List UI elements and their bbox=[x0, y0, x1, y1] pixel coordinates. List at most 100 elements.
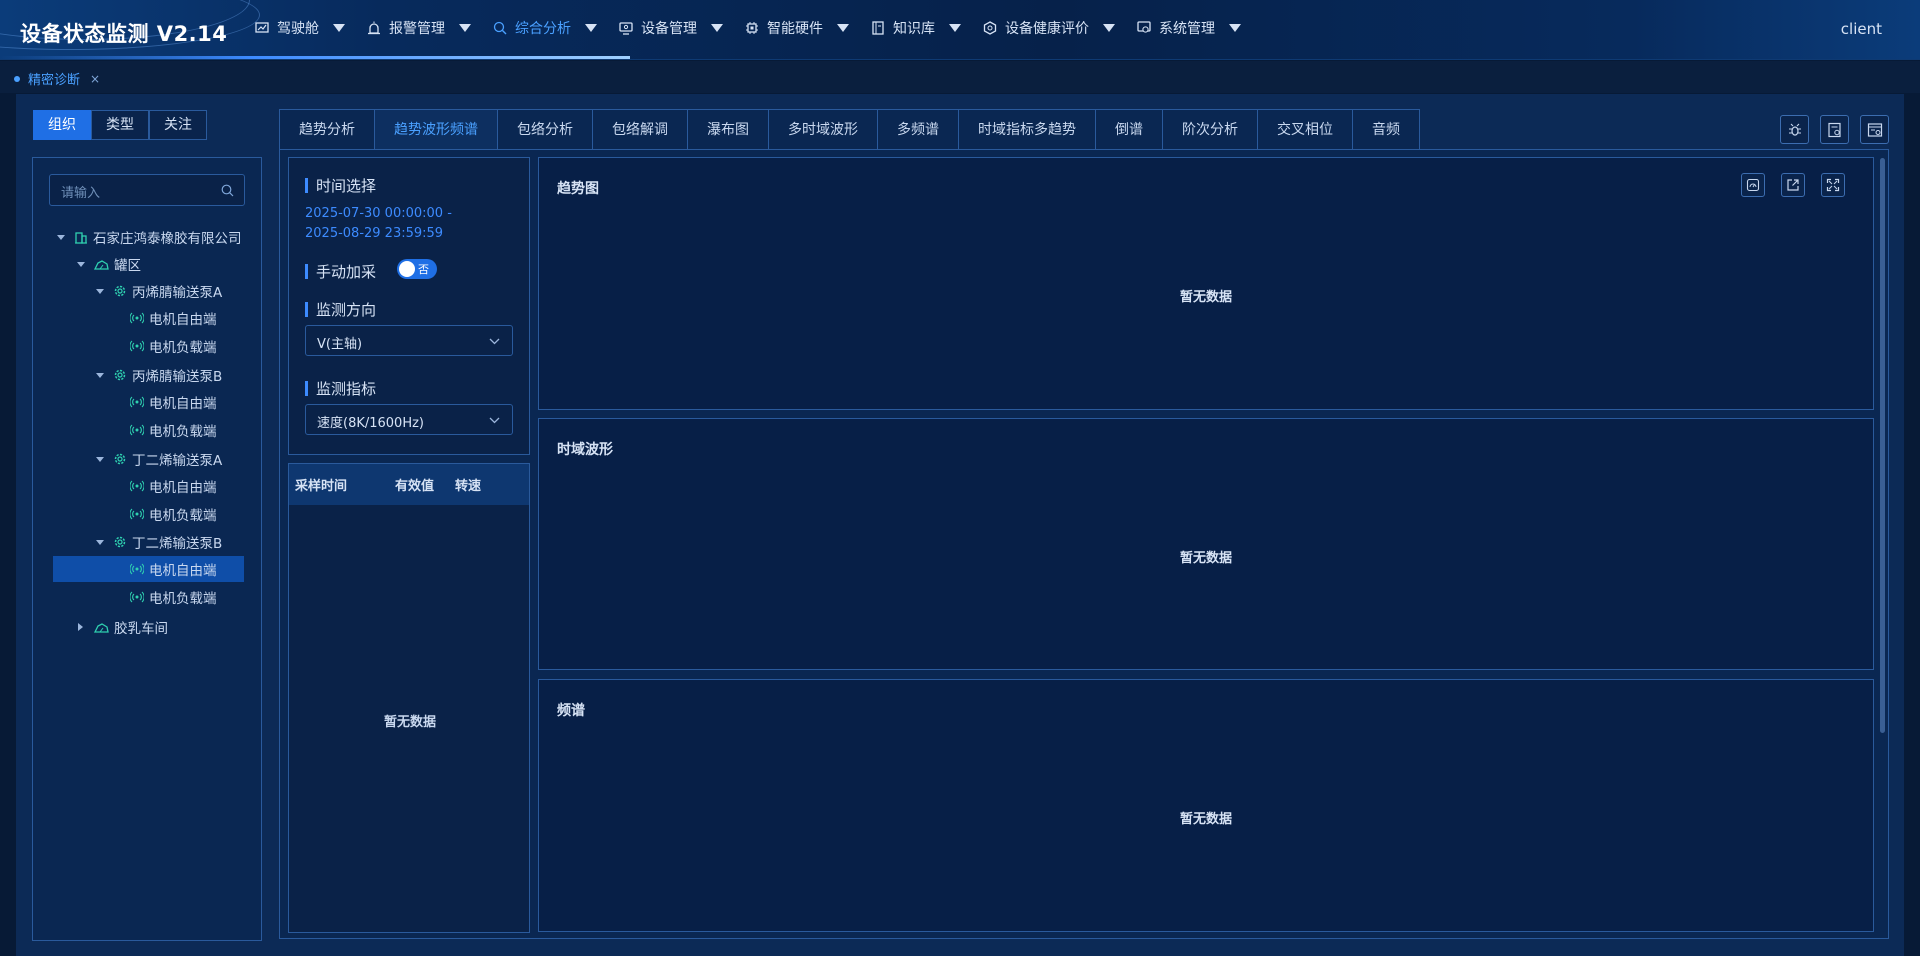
tree-label: 罐区 bbox=[114, 258, 141, 274]
alarm-light-icon bbox=[368, 21, 380, 35]
diagnose-tool-button[interactable] bbox=[1780, 115, 1809, 144]
tab-audio[interactable]: 音频 bbox=[1353, 110, 1419, 149]
gear-icon bbox=[114, 285, 126, 297]
list-settings-icon bbox=[1867, 122, 1882, 137]
column-sample-time[interactable]: 采样时间 bbox=[295, 475, 347, 494]
nav-analysis[interactable]: 综合分析 bbox=[493, 18, 597, 38]
tab-trend[interactable]: 趋势分析 bbox=[280, 110, 375, 149]
indicator-select[interactable]: 速度(8K/1600Hz) bbox=[305, 404, 513, 435]
page-tabbar: 精密诊断 × bbox=[0, 61, 1920, 93]
tree-node-measure-point-selected[interactable]: 电机自由端 bbox=[130, 558, 217, 580]
nav-device[interactable]: 设备管理 bbox=[619, 18, 723, 38]
analysis-search-icon bbox=[493, 21, 507, 35]
tree-node-pump[interactable]: 丁二烯输送泵B bbox=[96, 531, 222, 553]
time-end: 2025-08-29 23:59:59 bbox=[305, 226, 444, 241]
expand-arrow-icon[interactable] bbox=[96, 456, 104, 462]
tab-envelope[interactable]: 包络分析 bbox=[498, 110, 593, 149]
column-rms[interactable]: 有效值 bbox=[395, 475, 434, 494]
tree-node-measure-point[interactable]: 电机负载端 bbox=[130, 586, 217, 608]
trend-chart: 趋势图 暂无数据 bbox=[538, 157, 1874, 410]
tree-node-measure-point[interactable]: 电机负载端 bbox=[130, 335, 217, 357]
tree-node-measure-point[interactable]: 电机负载端 bbox=[130, 419, 217, 441]
device-screen-icon bbox=[619, 21, 633, 35]
tree-node-measure-point[interactable]: 电机自由端 bbox=[130, 391, 217, 413]
tab-multi-spectrum[interactable]: 多频谱 bbox=[878, 110, 959, 149]
chart-export-button[interactable] bbox=[1781, 173, 1805, 197]
user-name[interactable]: client bbox=[1841, 20, 1882, 38]
tree-node-company[interactable]: 石家庄鸿泰橡胶有限公司 bbox=[57, 226, 242, 248]
page-tab-label: 精密诊断 bbox=[28, 73, 81, 88]
tab-multi-trend[interactable]: 时域指标多趋势 bbox=[959, 110, 1096, 149]
caret-down-icon bbox=[459, 24, 471, 32]
analysis-panel: 趋势分析 趋势波形频谱 包络分析 包络解调 瀑布图 多时域波形 多频谱 时域指标… bbox=[279, 109, 1889, 939]
sensor-signal-icon bbox=[130, 396, 144, 408]
tab-cross-phase[interactable]: 交叉相位 bbox=[1258, 110, 1353, 149]
tab-trend-waveform-spectrum[interactable]: 趋势波形频谱 bbox=[375, 110, 498, 149]
nav-hardware[interactable]: 智能硬件 bbox=[745, 18, 849, 38]
direction-select[interactable]: V(主轴) bbox=[305, 325, 513, 356]
segment-follow[interactable]: 关注 bbox=[149, 110, 207, 140]
tree-node-measure-point[interactable]: 电机自由端 bbox=[130, 475, 217, 497]
nav-label: 综合分析 bbox=[515, 21, 571, 37]
tree-node-pump[interactable]: 丙烯腈输送泵B bbox=[96, 364, 222, 386]
nav-knowledge[interactable]: 知识库 bbox=[871, 18, 961, 38]
nav-cockpit[interactable]: 驾驶舱 bbox=[255, 18, 345, 38]
nav-label: 智能硬件 bbox=[767, 21, 823, 37]
page-tab-underline bbox=[28, 91, 88, 93]
expand-arrow-icon[interactable] bbox=[77, 261, 85, 267]
tree-node-measure-point[interactable]: 电机自由端 bbox=[130, 307, 217, 329]
report-icon bbox=[1827, 122, 1841, 137]
direction-label: 监测方向 bbox=[305, 299, 376, 320]
expand-arrow-right-icon[interactable] bbox=[78, 623, 83, 631]
tab-waterfall[interactable]: 瀑布图 bbox=[688, 110, 769, 149]
expand-arrow-icon[interactable] bbox=[96, 539, 104, 545]
close-icon[interactable]: × bbox=[90, 72, 100, 86]
tree-node-pump[interactable]: 丁二烯输送泵A bbox=[96, 448, 222, 470]
tree-label: 丙烯腈输送泵B bbox=[132, 369, 223, 385]
segment-type[interactable]: 类型 bbox=[91, 110, 149, 140]
segment-org[interactable]: 组织 bbox=[33, 110, 91, 140]
chart-dashboard-button[interactable] bbox=[1741, 173, 1765, 197]
tree-search-input[interactable]: 请输入 bbox=[49, 174, 245, 206]
expand-arrow-icon[interactable] bbox=[57, 234, 65, 240]
indicator-label: 监测指标 bbox=[305, 378, 376, 399]
tab-multi-waveform[interactable]: 多时域波形 bbox=[769, 110, 878, 149]
chart-empty: 暂无数据 bbox=[1179, 551, 1232, 566]
manual-collect-label: 手动加采 bbox=[305, 261, 376, 282]
nav-system[interactable]: 系统管理 bbox=[1137, 18, 1241, 38]
expand-arrow-icon[interactable] bbox=[96, 372, 104, 378]
tree-label: 电机负载端 bbox=[149, 591, 217, 607]
tree-label: 丁二烯输送泵B bbox=[132, 536, 223, 552]
report-tool-button[interactable] bbox=[1820, 115, 1849, 144]
tree-node-area-latex[interactable]: 胶乳车间 bbox=[78, 616, 168, 638]
time-range-picker[interactable]: 2025-07-30 00:00:00 - 2025-08-29 23:59:5… bbox=[305, 204, 452, 244]
content-scrollbar[interactable] bbox=[1880, 158, 1885, 733]
gauge-icon bbox=[1746, 178, 1760, 192]
tab-envelope-demod[interactable]: 包络解调 bbox=[593, 110, 688, 149]
sensor-signal-icon bbox=[130, 508, 144, 520]
table-header: 采样时间 有效值 转速 bbox=[289, 464, 529, 505]
nav-alarm[interactable]: 报警管理 bbox=[367, 18, 471, 38]
settings-tool-button[interactable] bbox=[1860, 115, 1889, 144]
time-select-label: 时间选择 bbox=[305, 175, 376, 196]
expand-arrow-icon[interactable] bbox=[96, 288, 104, 294]
tree-label: 电机负载端 bbox=[149, 424, 217, 440]
manual-collect-toggle[interactable]: 否 bbox=[397, 259, 437, 279]
chart-empty: 暂无数据 bbox=[1179, 290, 1232, 305]
tab-order[interactable]: 阶次分析 bbox=[1163, 110, 1258, 149]
column-speed[interactable]: 转速 bbox=[455, 475, 481, 494]
nav-health[interactable]: 设备健康评价 bbox=[983, 18, 1115, 38]
tree-node-area-tank[interactable]: 罐区 bbox=[77, 253, 141, 275]
query-params-panel: 时间选择 2025-07-30 00:00:00 - 2025-08-29 23… bbox=[288, 157, 530, 455]
analysis-content: 时间选择 2025-07-30 00:00:00 - 2025-08-29 23… bbox=[279, 149, 1889, 939]
chart-fullscreen-button[interactable] bbox=[1821, 173, 1845, 197]
tree-node-measure-point[interactable]: 电机负载端 bbox=[130, 503, 217, 525]
tree-label: 丁二烯输送泵A bbox=[132, 453, 223, 469]
page-tab-diagnosis[interactable]: 精密诊断 × bbox=[14, 69, 100, 88]
tree-mode-switch: 组织 类型 关注 bbox=[33, 110, 207, 140]
tree-node-pump[interactable]: 丙烯腈输送泵A bbox=[96, 280, 222, 302]
caret-down-icon bbox=[1229, 24, 1241, 32]
chart-empty: 暂无数据 bbox=[1179, 812, 1232, 827]
waveform-chart: 时域波形 暂无数据 bbox=[538, 418, 1874, 670]
tab-cepstrum[interactable]: 倒谱 bbox=[1096, 110, 1163, 149]
